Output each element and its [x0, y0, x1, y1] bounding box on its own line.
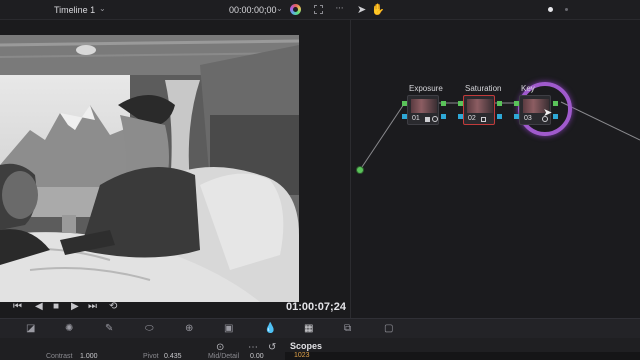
node-label-key: Key: [521, 84, 535, 93]
timeline-name[interactable]: Timeline 1: [54, 5, 95, 15]
node-output-port[interactable]: [441, 101, 446, 106]
mouse-cursor-icon: ➤: [543, 107, 553, 119]
node-key-output-port[interactable]: [497, 114, 502, 119]
window-icon[interactable]: ⬭: [145, 323, 154, 334]
jump-to-end-icon[interactable]: ⏭: [88, 301, 97, 312]
play-reverse-icon[interactable]: ◀: [35, 301, 43, 312]
node-key-output-port[interactable]: [441, 114, 446, 119]
tracker-icon[interactable]: ⊕: [185, 323, 193, 334]
page-indicator[interactable]: [565, 8, 568, 11]
adjustment-mode-icon[interactable]: ⊙: [216, 342, 224, 353]
palette-toolbar: ◪ ✺ ✎ ⬭ ⊕ ▣ 💧 ▦ ⧉ ▢: [0, 318, 640, 338]
mid-detail-label: Mid/Detail: [208, 353, 240, 360]
options-icon[interactable]: ⋯: [248, 342, 258, 353]
hand-tool-icon[interactable]: ✋: [371, 3, 385, 16]
more-options-icon[interactable]: ···: [335, 2, 344, 14]
3d-icon[interactable]: ▢: [384, 323, 393, 334]
color-warper-icon[interactable]: ✺: [65, 323, 73, 334]
contrast-label: Contrast: [46, 353, 73, 360]
scope-display: [285, 352, 640, 360]
magic-mask-icon[interactable]: ▣: [224, 323, 233, 334]
node-number: 03: [524, 115, 532, 122]
play-icon[interactable]: ▶: [71, 301, 79, 312]
node-cache-icon: [432, 116, 438, 122]
node-connections: [359, 101, 640, 171]
top-bar: Timeline 1 ⌄ 00:00:00;00 ⌄ ··· ➤ ✋: [0, 0, 640, 20]
node-thumbnail: [411, 99, 437, 113]
viewer-timecode: 01:00:07;24: [286, 301, 346, 313]
mid-detail-value[interactable]: 0.00: [250, 353, 264, 360]
video-frame: [0, 35, 299, 302]
node-thumbnail: [467, 99, 493, 113]
chevron-down-icon[interactable]: ⌄: [99, 4, 106, 13]
node-key-output-port[interactable]: [553, 114, 558, 119]
node-output-port[interactable]: [553, 101, 558, 106]
node-number: 01: [412, 115, 420, 122]
node-label-saturation: Saturation: [465, 84, 502, 93]
source-input-port[interactable]: [357, 167, 363, 173]
node-saturation[interactable]: 02: [463, 95, 495, 125]
scopes-title: Scopes: [290, 341, 323, 351]
fullscreen-icon[interactable]: [314, 5, 323, 14]
stop-icon[interactable]: ■: [53, 301, 59, 312]
node-lut-icon: [425, 117, 430, 122]
pivot-label: Pivot: [143, 353, 159, 360]
page-indicator-active[interactable]: [548, 7, 553, 12]
resolve-color-page: Timeline 1 ⌄ 00:00:00;00 ⌄ ··· ➤ ✋ ⏮ ◀ ■…: [0, 0, 640, 360]
timecode-display[interactable]: 00:00:00;00: [229, 5, 277, 15]
sizing-icon[interactable]: ⧉: [344, 323, 351, 334]
viewer-panel: [0, 20, 350, 302]
blur-icon[interactable]: 💧: [264, 323, 276, 334]
node-graph[interactable]: [351, 20, 640, 318]
reset-icon[interactable]: ↺: [268, 342, 276, 353]
node-output-port[interactable]: [497, 101, 502, 106]
node-exposure[interactable]: 01: [407, 95, 439, 125]
pivot-value[interactable]: 0.435: [164, 353, 182, 360]
contrast-value[interactable]: 1.000: [80, 353, 98, 360]
chevron-down-icon[interactable]: ⌄: [276, 4, 283, 13]
loop-icon[interactable]: ⟲: [109, 301, 117, 312]
curves-icon[interactable]: ◪: [26, 323, 35, 334]
node-lut-icon: [481, 117, 486, 122]
jump-to-start-icon[interactable]: ⏮: [13, 301, 22, 312]
pointer-tool-icon[interactable]: ➤: [357, 3, 366, 16]
node-number: 02: [468, 115, 476, 122]
color-wheel-icon[interactable]: [290, 4, 301, 15]
video-frame-image: [0, 35, 299, 302]
node-label-exposure: Exposure: [409, 84, 443, 93]
scope-max-value: 1023: [294, 352, 310, 359]
qualifier-icon[interactable]: ✎: [105, 323, 113, 334]
key-icon[interactable]: ▦: [304, 323, 313, 334]
